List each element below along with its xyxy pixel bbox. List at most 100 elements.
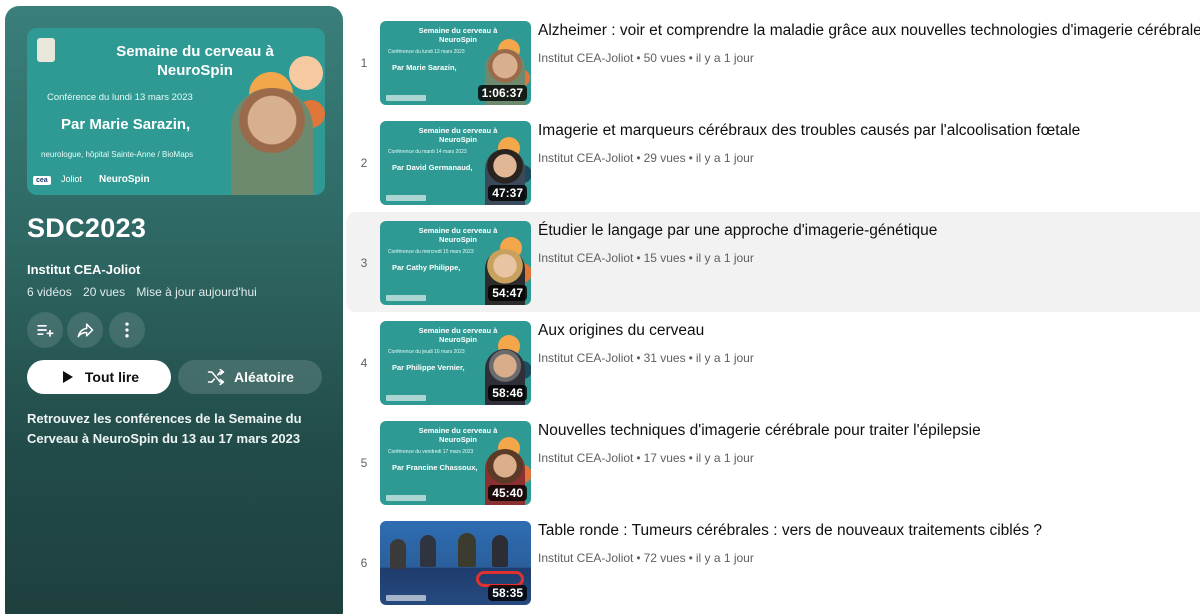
video-thumbnail[interactable]: 58:35: [380, 521, 531, 605]
video-duration: 1:06:37: [477, 85, 527, 101]
video-channel-link[interactable]: Institut CEA-Joliot: [538, 151, 633, 165]
thumbnail-speaker: Par Marie Sarazin,: [61, 116, 191, 133]
playlist-video-count: 6 vidéos: [27, 285, 72, 299]
playlist-header-panel: Semaine du cerveau à NeuroSpin Conférenc…: [5, 6, 343, 614]
thumbnail-logos: [386, 395, 426, 401]
thumbnail-conference-date: Conférence du mercredi 15 mars 2023: [388, 249, 474, 255]
video-age: il y a 1 jour: [695, 451, 754, 465]
video-title-link[interactable]: Imagerie et marqueurs cérébraux des trou…: [538, 122, 1080, 140]
video-views: 29 vues: [643, 151, 686, 165]
video-index: 6: [360, 556, 368, 570]
panelist-figure: [492, 535, 508, 567]
video-index: 2: [360, 156, 368, 170]
thumbnail-conference-date: Conférence du lundi 13 mars 2023: [47, 92, 193, 103]
video-index: 5: [360, 456, 368, 470]
video-views: 72 vues: [643, 551, 686, 565]
video-channel-link[interactable]: Institut CEA-Joliot: [538, 451, 633, 465]
video-views: 17 vues: [643, 451, 686, 465]
thumbnail-speaker-role: neurologue, hôpital Sainte-Anne / BioMap…: [41, 150, 194, 159]
video-thumbnail[interactable]: Semaine du cerveau à NeuroSpin Conférenc…: [380, 21, 531, 105]
video-title-link[interactable]: Étudier le langage par une approche d'im…: [538, 222, 937, 240]
thumbnail-conference-date: Conférence du mardi 14 mars 2023: [388, 149, 467, 155]
playlist-video-row[interactable]: 3 Semaine du cerveau à NeuroSpin Confére…: [346, 212, 1200, 312]
video-duration: 47:37: [488, 185, 527, 201]
video-duration: 54:47: [488, 285, 527, 301]
panelist-figure: [390, 539, 406, 569]
playlist-video-row[interactable]: 2 Semaine du cerveau à NeuroSpin Confére…: [346, 112, 1200, 212]
thumbnail-logos: [386, 595, 426, 601]
video-age: il y a 1 jour: [695, 151, 754, 165]
play-all-button[interactable]: Tout lire: [27, 360, 171, 394]
playlist-video-row[interactable]: 6 58:35 Table ronde : Tumeurs cérébrales…: [346, 512, 1200, 612]
shuffle-icon: [207, 368, 225, 386]
thumbnail-speaker: Par Philippe Vernier,: [392, 363, 465, 372]
thumbnail-conference-date: Conférence du lundi 13 mars 2023: [388, 49, 465, 55]
playlist-stats: 6 vidéos 20 vues Mise à jour aujourd'hui: [27, 285, 265, 299]
share-icon: [77, 323, 94, 338]
thumbnail-title: Semaine du cerveau à NeuroSpin: [418, 26, 498, 44]
video-age: il y a 1 jour: [695, 51, 754, 65]
video-thumbnail[interactable]: Semaine du cerveau à NeuroSpin Conférenc…: [380, 121, 531, 205]
video-duration: 58:35: [488, 585, 527, 601]
semaine-cerveau-logo: [37, 38, 55, 62]
video-views: 31 vues: [643, 351, 686, 365]
play-all-label: Tout lire: [84, 369, 140, 385]
joliot-logo: Joliot: [61, 174, 83, 184]
panelist-figure: [420, 535, 436, 567]
video-metadata: Institut CEA-Joliot • 50 vues • il y a 1 jou…: [538, 51, 754, 65]
shuffle-button[interactable]: Aléatoire: [178, 360, 322, 394]
video-channel-link[interactable]: Institut CEA-Joliot: [538, 51, 633, 65]
video-title-link[interactable]: Nouvelles techniques d'imagerie cérébral…: [538, 422, 981, 440]
speaker-portrait: [231, 88, 313, 195]
video-views: 15 vues: [643, 251, 686, 265]
thumbnail-logos: [386, 95, 426, 101]
thumbnail-conference-date: Conférence du vendredi 17 mars 2023: [388, 449, 474, 455]
video-metadata: Institut CEA-Joliot • 29 vues • il y a 1 jou…: [538, 151, 754, 165]
thumbnail-logos: [386, 295, 426, 301]
thumbnail-speaker: Par Marie Sarazin,: [392, 63, 457, 72]
playlist-thumbnail[interactable]: Semaine du cerveau à NeuroSpin Conférenc…: [27, 28, 325, 195]
video-title-link[interactable]: Aux origines du cerveau: [538, 322, 704, 340]
video-thumbnail[interactable]: Semaine du cerveau à NeuroSpin Conférenc…: [380, 221, 531, 305]
thumbnail-logos: [386, 195, 426, 201]
video-thumbnail[interactable]: Semaine du cerveau à NeuroSpin Conférenc…: [380, 321, 531, 405]
video-title-link[interactable]: Table ronde : Tumeurs cérébrales : vers …: [538, 522, 1042, 540]
thumbnail-speaker: Par David Germanaud,: [392, 163, 473, 172]
more-actions-button[interactable]: [109, 312, 145, 348]
playlist-video-row[interactable]: 5 Semaine du cerveau à NeuroSpin Confére…: [346, 412, 1200, 512]
video-channel-link[interactable]: Institut CEA-Joliot: [538, 551, 633, 565]
video-channel-link[interactable]: Institut CEA-Joliot: [538, 251, 633, 265]
playlist-video-row[interactable]: 1 Semaine du cerveau à NeuroSpin Confére…: [346, 12, 1200, 112]
playlist-title: SDC2023: [27, 213, 147, 243]
video-index: 4: [360, 356, 368, 370]
more-vert-icon: [125, 322, 129, 338]
thumbnail-title: Semaine du cerveau à NeuroSpin: [418, 326, 498, 344]
video-title-link[interactable]: Alzheimer : voir et comprendre la maladi…: [538, 22, 1200, 40]
playlist-view-count: 20 vues: [83, 285, 126, 299]
video-metadata: Institut CEA-Joliot • 72 vues • il y a 1 jou…: [538, 551, 754, 565]
thumbnail-title: Semaine du cerveau à NeuroSpin: [418, 426, 498, 444]
video-age: il y a 1 jour: [695, 251, 754, 265]
video-metadata: Institut CEA-Joliot • 17 vues • il y a 1 jou…: [538, 451, 754, 465]
play-icon: [62, 371, 73, 383]
shuffle-label: Aléatoire: [234, 369, 294, 385]
playlist-updated: Mise à jour aujourd'hui: [136, 285, 257, 299]
playlist-description: Retrouvez les conférences de la Semaine …: [27, 411, 302, 446]
playlist-video-row[interactable]: 4 Semaine du cerveau à NeuroSpin Confére…: [346, 312, 1200, 412]
video-channel-link[interactable]: Institut CEA-Joliot: [538, 351, 633, 365]
neurospin-logo: NeuroSpin: [99, 174, 150, 185]
video-index: 3: [360, 256, 368, 270]
thumbnail-speaker: Par Cathy Philippe,: [392, 263, 461, 272]
playlist-video-list: 1 Semaine du cerveau à NeuroSpin Confére…: [346, 12, 1200, 612]
playlist-channel-link[interactable]: Institut CEA-Joliot: [27, 262, 140, 277]
video-duration: 58:46: [488, 385, 527, 401]
cea-logo: cea: [33, 176, 51, 185]
video-thumbnail[interactable]: Semaine du cerveau à NeuroSpin Conférenc…: [380, 421, 531, 505]
add-to-queue-button[interactable]: [27, 312, 63, 348]
thumbnail-title: Semaine du cerveau à NeuroSpin: [116, 43, 274, 79]
video-duration: 45:40: [488, 485, 527, 501]
add-to-queue-icon: [37, 325, 54, 337]
thumbnail-conference-date: Conférence du jeudi 16 mars 2023: [388, 349, 465, 355]
share-button[interactable]: [67, 312, 103, 348]
decorative-shape: [289, 56, 323, 90]
